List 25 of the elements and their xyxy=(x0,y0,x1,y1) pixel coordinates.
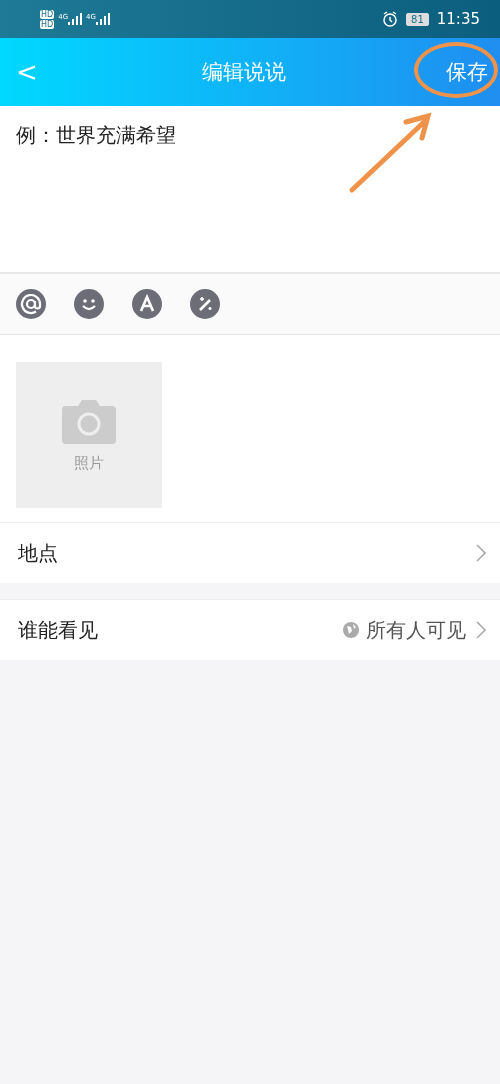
row-label: 地点 xyxy=(18,539,59,567)
network-label: HD xyxy=(40,19,55,29)
back-button[interactable]: < xyxy=(12,57,42,87)
alarm-icon xyxy=(382,11,399,27)
camera-icon xyxy=(62,397,116,444)
globe-icon xyxy=(342,621,360,639)
settings-row[interactable]: 地点 xyxy=(0,522,500,583)
magic-wand-icon[interactable] xyxy=(190,289,220,319)
photo-label: 照片 xyxy=(74,453,104,473)
network-label: HD xyxy=(40,9,55,19)
row-label: 谁能看见 xyxy=(18,616,99,644)
smiley-icon[interactable] xyxy=(74,289,104,319)
signal-icon xyxy=(68,13,83,25)
signal-icon xyxy=(95,13,110,25)
letter-icon[interactable] xyxy=(132,289,162,319)
page-title: 编辑说说 xyxy=(200,59,287,86)
save-button[interactable]: 保存 xyxy=(446,58,488,86)
battery-level: 81 xyxy=(406,12,429,26)
row-value: 所有人可见 xyxy=(366,616,466,644)
add-photo-tile[interactable]: 照片 xyxy=(16,362,162,508)
chevron-icon xyxy=(476,621,486,639)
clock-time: 11:35 xyxy=(436,10,480,28)
chevron-icon xyxy=(476,544,486,562)
settings-row[interactable]: 谁能看见 所有人可见 xyxy=(0,599,500,660)
at-sign-icon[interactable] xyxy=(16,289,46,319)
